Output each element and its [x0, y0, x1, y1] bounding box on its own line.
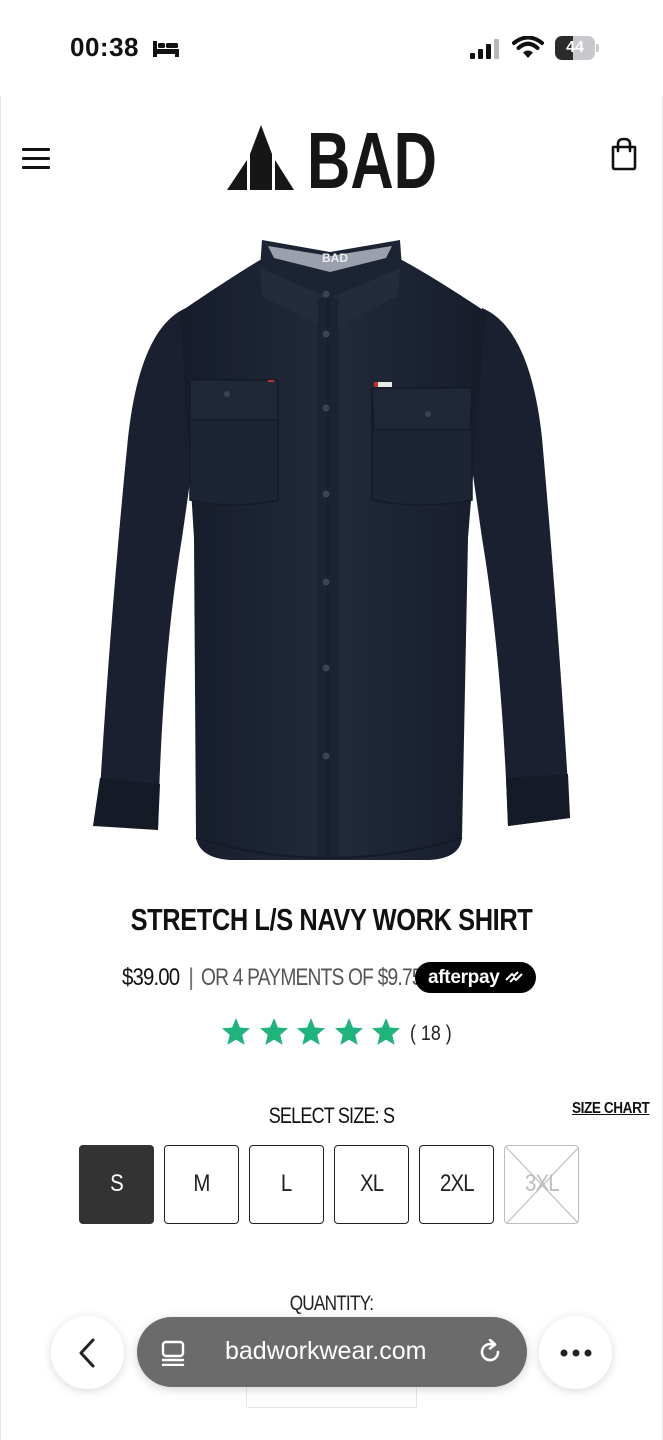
size-option-s[interactable]: S	[79, 1145, 154, 1224]
size-option-2xl[interactable]: 2XL	[419, 1145, 494, 1224]
more-button[interactable]	[539, 1316, 612, 1389]
quantity-label: QUANTITY:	[289, 1292, 374, 1315]
url-text[interactable]: badworkwear.com	[225, 1337, 426, 1366]
battery-icon: 44	[555, 36, 599, 60]
afterpay-arrows-icon	[505, 971, 523, 983]
star-icon	[259, 1018, 288, 1045]
size-option-label: L	[281, 1170, 292, 1197]
wifi-icon	[512, 36, 544, 58]
battery-level: 44	[566, 39, 584, 56]
star-icon	[334, 1018, 363, 1045]
reader-mode-icon[interactable]	[161, 1340, 185, 1366]
back-button[interactable]	[51, 1316, 124, 1389]
installments-text: OR 4 PAYMENTS OF $9.75	[201, 964, 422, 991]
star-icon	[222, 1018, 250, 1045]
review-count: ( 18 )	[410, 1022, 452, 1045]
shopping-bag-icon[interactable]	[610, 137, 638, 171]
bad-logo[interactable]: BAD	[227, 122, 439, 192]
size-option-3xl[interactable]: 3XL	[504, 1145, 579, 1224]
size-option-label: 3XL	[524, 1170, 560, 1197]
product-image[interactable]: BAD	[90, 238, 574, 868]
reload-icon[interactable]	[477, 1339, 503, 1365]
price: $39.00	[122, 964, 180, 991]
price-separator: |	[188, 964, 195, 991]
svg-text:BAD: BAD	[322, 251, 348, 265]
svg-text:BAD: BAD	[307, 122, 437, 192]
size-option-l[interactable]: L	[249, 1145, 324, 1224]
star-icon	[372, 1018, 400, 1045]
afterpay-badge[interactable]: afterpay	[415, 962, 536, 993]
size-option-m[interactable]: M	[164, 1145, 239, 1224]
select-size-label: SELECT SIZE: S	[268, 1103, 395, 1128]
hamburger-menu-icon[interactable]	[22, 146, 50, 172]
signal-icon	[470, 39, 499, 59]
star-icon	[297, 1018, 325, 1045]
size-option-xl[interactable]: XL	[334, 1145, 409, 1224]
chevron-left-icon	[79, 1338, 95, 1368]
more-dots-icon	[560, 1349, 592, 1357]
sleep-bed-icon	[153, 41, 179, 57]
price-row: $39.00 | OR 4 PAYMENTS OF $9.75 afterpay	[0, 962, 663, 996]
size-option-label: M	[193, 1170, 210, 1197]
size-option-label: S	[110, 1170, 124, 1197]
size-chart-link[interactable]: SIZE CHART	[572, 1100, 650, 1118]
afterpay-label: afterpay	[428, 967, 500, 988]
size-option-label: XL	[359, 1170, 384, 1197]
size-option-label: 2XL	[439, 1170, 475, 1197]
status-bar: 00:38 44	[0, 0, 663, 96]
product-title: STRETCH L/S NAVY WORK SHIRT	[130, 902, 533, 937]
address-bar[interactable]: badworkwear.com	[137, 1317, 527, 1387]
status-time: 00:38	[70, 32, 139, 62]
